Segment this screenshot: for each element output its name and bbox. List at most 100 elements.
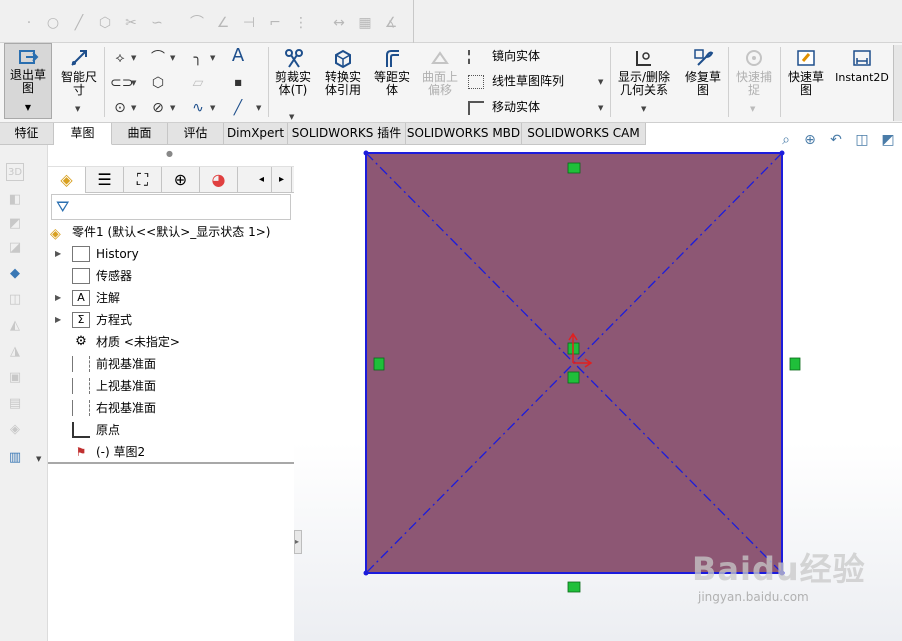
quick-snaps-dropdown-icon[interactable]: ▼ xyxy=(750,105,755,113)
tree-filter-input[interactable]: ⛛ xyxy=(51,194,291,220)
extrude-icon[interactable]: ◧ xyxy=(6,191,24,209)
panel-collapse-handle[interactable]: ▸ xyxy=(294,530,302,554)
corner-icon[interactable]: ⌐ xyxy=(266,14,284,32)
fillet-dropdown-icon[interactable]: ▼ xyxy=(210,54,215,62)
horizontal-relation-icon[interactable] xyxy=(567,162,581,174)
vertical-relation-icon[interactable] xyxy=(789,357,801,371)
smart-dimension-dropdown-icon[interactable]: ▼ xyxy=(75,105,80,113)
offset-on-surface-button[interactable]: 曲面上偏移 xyxy=(418,47,462,97)
mirror-entities-button[interactable]: 镜向实体 xyxy=(468,47,540,64)
scroll-right-icon[interactable]: ▸ xyxy=(272,167,292,193)
offset-entities-button[interactable]: 等距实体 xyxy=(370,47,414,97)
plane-tool-icon[interactable]: ▱ xyxy=(188,73,208,93)
fillet-feature-icon[interactable]: ◭ xyxy=(6,317,24,335)
active-feature-icon[interactable]: ◆ xyxy=(6,265,24,283)
tab-evaluate[interactable]: 评估 xyxy=(168,123,224,145)
point-tool-icon[interactable]: ■ xyxy=(228,73,248,93)
property-manager-tab-icon[interactable]: ☰ xyxy=(86,167,124,193)
panel-grip-icon[interactable]: ● xyxy=(166,149,173,158)
scroll-left-icon[interactable]: ◂ xyxy=(252,167,272,193)
circle-dropdown-icon[interactable]: ▼ xyxy=(131,104,136,112)
line-tool-icon[interactable]: ⟡ xyxy=(110,48,130,68)
fillet-icon[interactable]: ⌒ xyxy=(188,14,206,32)
trim-entities-button[interactable]: 剪裁实体(T) xyxy=(272,47,316,97)
angle-icon[interactable]: ∡ xyxy=(382,14,400,32)
text-tool-icon[interactable]: A xyxy=(228,46,248,66)
circle-tool-icon[interactable]: ⊙ xyxy=(110,98,130,118)
slot-dropdown-icon[interactable]: ▼ xyxy=(131,79,136,87)
tab-solidworks-cam[interactable]: SOLIDWORKS CAM xyxy=(522,123,646,145)
line-icon[interactable]: ╱ xyxy=(70,14,88,32)
exit-sketch-button[interactable]: 退出草图 ▼ xyxy=(4,43,52,119)
expand-icon[interactable]: ▶ xyxy=(55,244,61,264)
chamfer-icon[interactable]: ∠ xyxy=(214,14,232,32)
expand-icon[interactable]: ▶ xyxy=(55,288,61,308)
rapid-sketch-button[interactable]: 快速草图 xyxy=(784,47,828,97)
display-manager-tab-icon[interactable]: ◕ xyxy=(200,167,238,193)
corner-point[interactable] xyxy=(363,150,369,156)
centerline-icon[interactable]: ⋮ xyxy=(292,14,310,32)
extend-icon[interactable]: ⊣ xyxy=(240,14,258,32)
cut-icon[interactable]: ◫ xyxy=(6,291,24,309)
3d-view-icon[interactable]: 3D xyxy=(6,163,24,181)
convert-entities-button[interactable]: 转换实体引用 xyxy=(320,47,366,97)
spline-tool-icon[interactable]: ∿ xyxy=(188,98,208,118)
smart-dimension-button[interactable]: 智能尺寸 xyxy=(58,47,100,97)
chamfer-feature-icon[interactable]: ◮ xyxy=(6,343,24,361)
configuration-manager-tab-icon[interactable]: ⛶ xyxy=(124,167,162,193)
dimxpert-manager-tab-icon[interactable]: ⊕ xyxy=(162,167,200,193)
tab-features[interactable]: 特征 xyxy=(0,123,54,145)
zoom-to-area-icon[interactable]: ⊕ xyxy=(800,130,820,150)
move-dropdown-icon[interactable]: ▼ xyxy=(598,104,603,112)
point-icon[interactable]: · xyxy=(20,14,38,32)
linear-pattern-dropdown-icon[interactable]: ▼ xyxy=(598,78,603,86)
rollback-bar[interactable] xyxy=(48,462,294,464)
zoom-to-fit-icon[interactable]: ⌕ xyxy=(776,130,796,150)
relations-dropdown-icon[interactable]: ▼ xyxy=(641,105,646,113)
horizontal-relation-icon[interactable] xyxy=(567,581,581,593)
view-orientation-icon[interactable]: ◫ xyxy=(852,130,872,150)
display-style-icon[interactable]: ◩ xyxy=(878,130,898,150)
instant2d-button[interactable]: Instant2D xyxy=(832,47,892,84)
tab-dimxpert[interactable]: DimXpert xyxy=(224,123,288,145)
previous-view-icon[interactable]: ↶ xyxy=(826,130,846,150)
display-delete-relations-button[interactable]: 显示/删除几何关系 xyxy=(614,47,674,97)
repair-sketch-button[interactable]: 修复草图 xyxy=(680,47,726,97)
tab-solidworks-mbd[interactable]: SOLIDWORKS MBD xyxy=(406,123,522,145)
dimension-icon[interactable]: ↔ xyxy=(330,14,348,32)
reference-geometry-icon[interactable]: ▥ xyxy=(6,449,24,467)
circle-icon[interactable]: ○ xyxy=(44,14,62,32)
feature-manager-tab-icon[interactable]: ◈ xyxy=(48,167,86,193)
ribbon-overflow-button[interactable] xyxy=(893,45,902,121)
shell-icon[interactable]: ▣ xyxy=(6,369,24,387)
tab-solidworks-addins[interactable]: SOLIDWORKS 插件 xyxy=(288,123,406,145)
slot-tool-icon[interactable]: ⊂⊃ xyxy=(110,73,133,93)
mirror-feature-icon[interactable]: ◈ xyxy=(6,421,24,439)
corner-point[interactable] xyxy=(779,150,785,156)
tab-surfaces[interactable]: 曲面 xyxy=(112,123,168,145)
ellipse-dropdown-icon[interactable]: ▼ xyxy=(170,104,175,112)
move-entities-button[interactable]: 移动实体 xyxy=(468,98,540,115)
vertical-relation-icon[interactable] xyxy=(373,357,385,371)
line-dropdown-icon[interactable]: ▼ xyxy=(131,54,136,62)
spline-dropdown-icon[interactable]: ▼ xyxy=(210,104,215,112)
trim-icon[interactable]: ✂ xyxy=(122,14,140,32)
trim-dropdown-icon[interactable]: ▼ xyxy=(289,113,294,121)
fillet-tool-icon[interactable]: ╮ xyxy=(188,48,208,68)
revolve-icon[interactable]: ◩ xyxy=(6,215,24,233)
polygon-icon[interactable]: ⬡ xyxy=(96,14,114,32)
offset-icon[interactable]: ∽ xyxy=(148,14,166,32)
centerline-dropdown-icon[interactable]: ▼ xyxy=(256,104,261,112)
tab-sketch[interactable]: 草图 xyxy=(54,123,112,145)
linear-pattern-button[interactable]: 线性草图阵列 xyxy=(468,72,564,89)
corner-point[interactable] xyxy=(363,570,369,576)
expand-icon[interactable]: ▶ xyxy=(55,310,61,330)
ellipse-tool-icon[interactable]: ⊘ xyxy=(148,98,168,118)
left-column-dropdown-icon[interactable]: ▼ xyxy=(36,455,41,463)
arc-dropdown-icon[interactable]: ▼ xyxy=(170,54,175,62)
centerline-tool-icon[interactable]: ╱ xyxy=(228,98,248,118)
grid-icon[interactable]: ▦ xyxy=(356,14,374,32)
sweep-icon[interactable]: ◪ xyxy=(6,239,24,257)
quick-snaps-button[interactable]: 快速捕捉 xyxy=(732,47,776,97)
exit-sketch-dropdown-icon[interactable]: ▼ xyxy=(5,103,51,112)
